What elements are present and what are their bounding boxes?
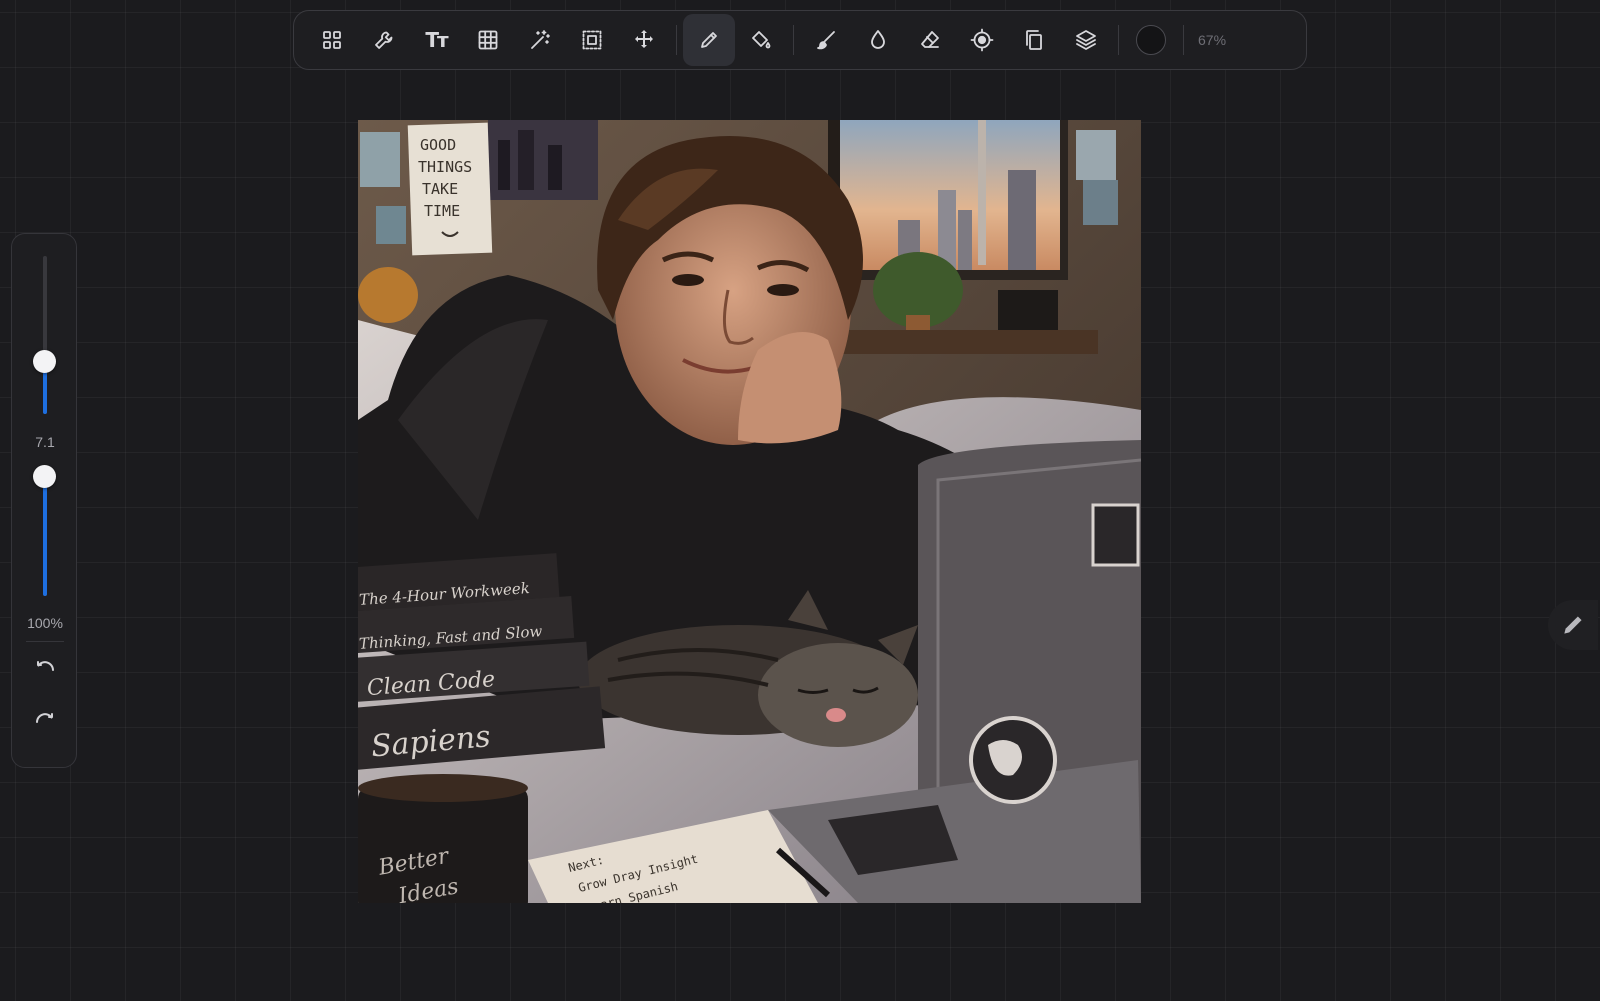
brush-size-value: 7.1 <box>35 434 55 450</box>
magic-wand-button[interactable] <box>514 14 566 66</box>
poster-line: TIME <box>424 202 460 220</box>
brush-opacity-fill <box>43 476 47 596</box>
brush-settings-panel: 7.1 100% <box>11 233 77 768</box>
settings-button[interactable] <box>358 14 410 66</box>
smudge-tool-button[interactable] <box>852 14 904 66</box>
move-button[interactable] <box>618 14 670 66</box>
fill-tool-button[interactable] <box>735 14 787 66</box>
eraser-tool-button[interactable] <box>904 14 956 66</box>
duplicate-button[interactable] <box>1008 14 1060 66</box>
text-tool-icon: Tт <box>425 28 448 52</box>
grid-icon <box>323 31 341 49</box>
pencil-tool-button[interactable] <box>683 14 735 66</box>
toolbar-separator <box>676 25 677 55</box>
undo-button[interactable] <box>28 652 62 686</box>
top-toolbar: Tт 67% <box>293 10 1307 70</box>
brush-tool-button[interactable] <box>800 14 852 66</box>
smudge-drop-icon <box>871 30 885 49</box>
layers-icon <box>1076 30 1096 50</box>
color-button[interactable] <box>1125 14 1177 66</box>
poster-line: THINGS <box>418 158 472 176</box>
artwork-image: GOOD THINGS TAKE TIME The 4-Hour Workwee… <box>358 120 1141 903</box>
color-swatch <box>1136 25 1166 55</box>
target-icon <box>970 28 994 52</box>
brush-size-knob[interactable] <box>33 350 56 374</box>
selection-icon <box>582 30 602 50</box>
redo-button[interactable] <box>28 704 62 738</box>
copy-icon <box>1026 30 1042 50</box>
pencil-icon <box>1564 616 1582 634</box>
gallery-button[interactable] <box>306 14 358 66</box>
move-icon <box>635 30 653 48</box>
selection-button[interactable] <box>566 14 618 66</box>
table-grid-icon <box>478 30 498 50</box>
paint-bucket-icon <box>752 31 771 49</box>
poster-line: GOOD <box>420 136 456 154</box>
redo-icon <box>36 713 53 723</box>
pencil-icon <box>701 32 717 48</box>
panel-divider <box>26 641 64 642</box>
toolbar-separator <box>1118 25 1119 55</box>
layers-button[interactable] <box>1060 14 1112 66</box>
brush-opacity-value: 100% <box>27 615 63 631</box>
poster-line: TAKE <box>422 180 458 198</box>
grid-tool-button[interactable] <box>462 14 514 66</box>
brush-opacity-knob[interactable] <box>33 464 56 488</box>
undo-icon <box>37 661 54 671</box>
zoom-level[interactable]: 67% <box>1198 32 1226 48</box>
target-tool-button[interactable] <box>956 14 1008 66</box>
wrench-icon <box>375 31 393 49</box>
text-tool-button[interactable]: Tт <box>410 14 462 66</box>
toolbar-separator <box>793 25 794 55</box>
eraser-icon <box>921 31 939 48</box>
artwork-canvas[interactable]: GOOD THINGS TAKE TIME The 4-Hour Workwee… <box>358 120 1141 903</box>
brush-size-slider[interactable] <box>43 256 47 414</box>
toolbar-separator <box>1183 25 1184 55</box>
magic-wand-icon <box>531 30 550 49</box>
quick-pencil-button[interactable] <box>1548 600 1598 650</box>
brush-icon <box>817 31 835 50</box>
brush-opacity-slider[interactable] <box>43 476 47 596</box>
